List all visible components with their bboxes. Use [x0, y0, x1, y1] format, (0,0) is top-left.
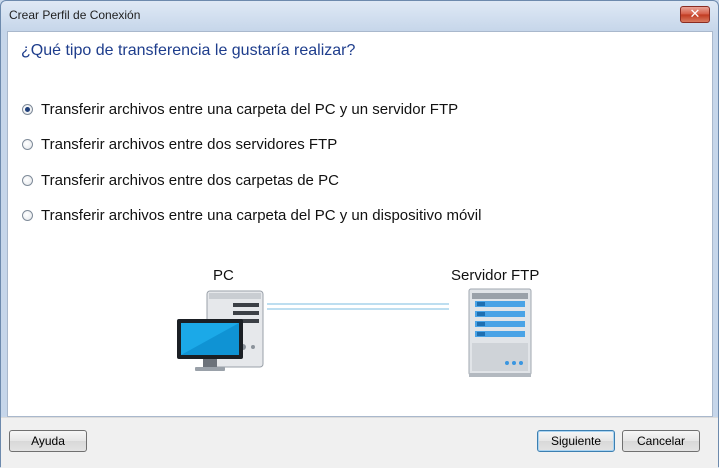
option-label: Transferir archivos entre dos carpetas d… [41, 171, 339, 189]
close-button[interactable]: ✕ [680, 6, 710, 23]
radio-button[interactable] [22, 209, 33, 221]
next-button[interactable]: Siguiente [537, 430, 615, 452]
option-label: Transferir archivos entre dos servidores… [41, 135, 338, 153]
dialog-window: Crear Perfil de Conexión ✕ ¿Qué tipo de … [0, 0, 719, 468]
cancel-button[interactable]: Cancelar [622, 430, 700, 452]
option-pc-pc[interactable]: Transferir archivos entre dos carpetas d… [22, 169, 339, 191]
radio-button[interactable] [22, 138, 33, 150]
option-label: Transferir archivos entre una carpeta de… [41, 100, 459, 118]
option-pc-mobile[interactable]: Transferir archivos entre una carpeta de… [22, 204, 481, 226]
ftp-server-icon [463, 263, 535, 386]
radio-button[interactable] [22, 174, 33, 186]
dialog-content: ¿Qué tipo de transferencia le gustaría r… [7, 31, 713, 417]
option-ftp-ftp[interactable]: Transferir archivos entre dos servidores… [22, 133, 337, 155]
help-button[interactable]: Ayuda [9, 430, 87, 452]
dialog-footer: Ayuda Siguiente Cancelar [1, 417, 718, 468]
title-bar[interactable]: Crear Perfil de Conexión ✕ [1, 1, 718, 31]
close-icon: ✕ [689, 7, 701, 22]
desktop-pc-icon [171, 263, 267, 380]
radio-button[interactable] [22, 103, 33, 115]
window-title: Crear Perfil de Conexión [9, 8, 141, 22]
question-heading: ¿Qué tipo de transferencia le gustaría r… [21, 42, 356, 59]
option-pc-ftp[interactable]: Transferir archivos entre una carpeta de… [22, 98, 458, 120]
option-label: Transferir archivos entre una carpeta de… [41, 206, 482, 224]
connection-lines [267, 299, 449, 317]
